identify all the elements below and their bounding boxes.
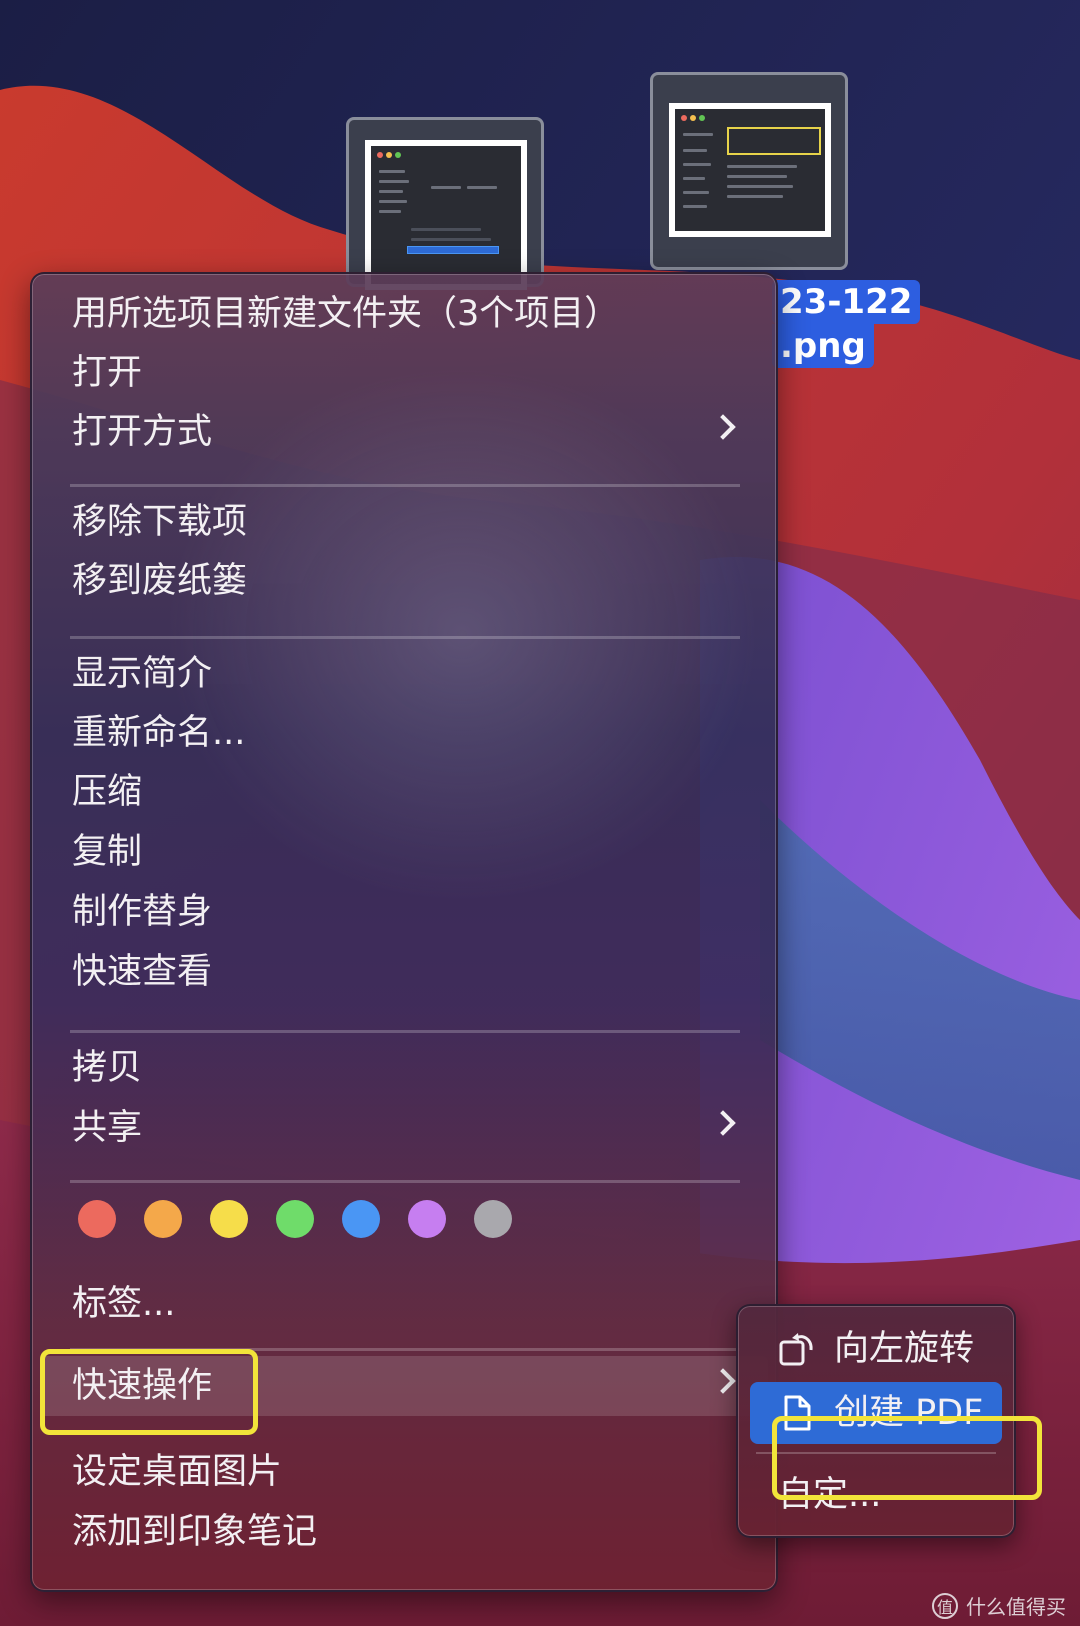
preview-line: [467, 186, 497, 189]
chevron-right-icon: [710, 1368, 736, 1394]
preview-line: [683, 177, 705, 180]
menu-item-compress[interactable]: 压缩: [40, 764, 768, 820]
annotation-highlight-quick-actions: [40, 1349, 258, 1435]
window-dot-icon: [395, 152, 401, 158]
watermark: 值 什么值得买: [932, 1591, 1066, 1620]
window-dot-icon: [681, 115, 687, 121]
preview-line: [727, 175, 787, 178]
submenu-item-rotate-left[interactable]: 向左旋转: [750, 1318, 1002, 1380]
menu-item-quick-look[interactable]: 快速查看: [40, 944, 768, 1000]
preview-line: [727, 165, 797, 168]
preview-line: [683, 149, 707, 152]
rotate-left-icon: [779, 1333, 813, 1366]
menu-item-remove-download[interactable]: 移除下载项: [40, 494, 768, 550]
preview-line: [379, 170, 405, 173]
file-preview-image: [669, 103, 831, 237]
tag-color-blue[interactable]: [342, 1200, 380, 1238]
preview-line: [379, 210, 401, 213]
menu-separator: [70, 1180, 740, 1183]
menu-item-label: 打开方式: [72, 412, 213, 452]
chevron-right-icon: [710, 414, 736, 440]
menu-separator: [70, 1030, 740, 1033]
menu-item-copy[interactable]: 拷贝: [40, 1040, 768, 1096]
annotation-highlight-create-pdf: [772, 1416, 1042, 1500]
preview-line: [379, 200, 407, 203]
tag-color-purple[interactable]: [408, 1200, 446, 1238]
tag-color-green[interactable]: [276, 1200, 314, 1238]
tag-color-yellow[interactable]: [210, 1200, 248, 1238]
file-thumbnail[interactable]: [650, 72, 848, 270]
watermark-logo: 值: [932, 1592, 958, 1619]
menu-item-add-to-evernote[interactable]: 添加到印象笔记: [40, 1504, 768, 1560]
preview-line: [727, 185, 793, 188]
preview-highlight: [727, 127, 821, 155]
menu-item-move-to-trash[interactable]: 移到废纸篓: [40, 553, 768, 609]
preview-line: [683, 191, 709, 194]
menu-item-open-with[interactable]: 打开方式: [40, 404, 768, 460]
window-dot-icon: [377, 152, 383, 158]
menu-item-make-alias[interactable]: 制作替身: [40, 884, 768, 940]
file-thumbnail[interactable]: [346, 117, 544, 290]
watermark-text: 什么值得买: [966, 1595, 1066, 1619]
preview-line: [411, 228, 481, 231]
menu-separator: [70, 484, 740, 487]
menu-item-share[interactable]: 共享: [40, 1100, 768, 1156]
window-dot-icon: [699, 115, 705, 121]
tag-color-orange[interactable]: [144, 1200, 182, 1238]
preview-line: [683, 133, 713, 136]
tag-color-gray[interactable]: [474, 1200, 512, 1238]
window-dot-icon: [690, 115, 696, 121]
menu-item-open[interactable]: 打开: [40, 345, 768, 401]
menu-item-duplicate[interactable]: 复制: [40, 824, 768, 880]
preview-line: [379, 180, 409, 183]
tag-color-red[interactable]: [78, 1200, 116, 1238]
menu-item-rename[interactable]: 重新命名...: [40, 705, 768, 761]
submenu-item-label: 向左旋转: [834, 1329, 975, 1369]
file-name-label-line-2[interactable]: .png: [772, 324, 874, 368]
chevron-right-icon: [710, 1110, 736, 1136]
menu-item-new-folder-with-selection[interactable]: 用所选项目新建文件夹（3个项目）: [40, 286, 768, 342]
file-name-label-line-1[interactable]: 23-122: [772, 280, 921, 324]
file-preview-image: [365, 140, 527, 290]
preview-line: [379, 190, 403, 193]
preview-highlight: [407, 246, 499, 254]
menu-item-set-desktop-picture[interactable]: 设定桌面图片: [40, 1444, 768, 1500]
menu-item-tags[interactable]: 标签...: [40, 1276, 768, 1332]
menu-separator: [70, 636, 740, 639]
preview-line: [683, 205, 707, 208]
menu-item-get-info[interactable]: 显示简介: [40, 646, 768, 702]
menu-item-label: 共享: [72, 1108, 143, 1148]
window-dot-icon: [386, 152, 392, 158]
preview-line: [411, 238, 491, 241]
preview-line: [683, 163, 711, 166]
preview-line: [727, 195, 783, 198]
preview-line: [431, 186, 461, 189]
